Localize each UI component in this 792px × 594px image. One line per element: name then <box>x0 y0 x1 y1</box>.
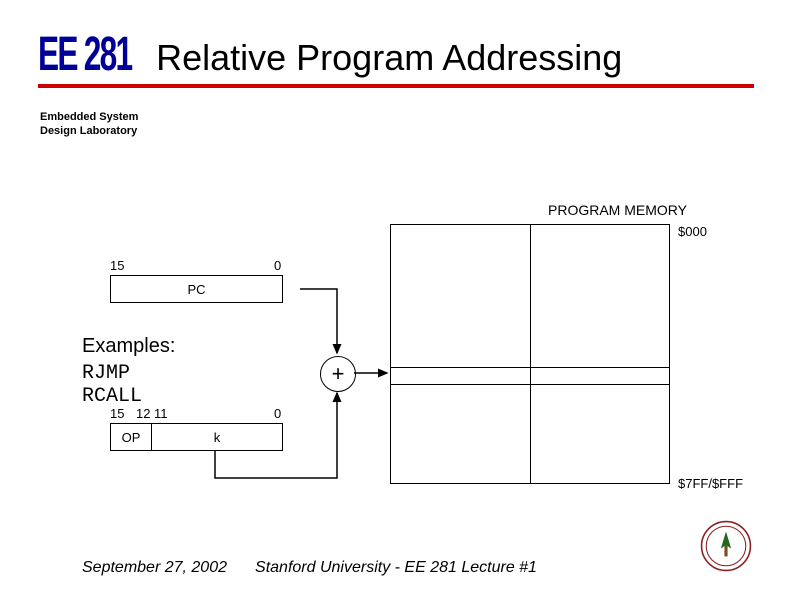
addressing-diagram: 15 0 PC 15 12 11 0 OP k + PROGRAM MEMORY… <box>110 190 710 510</box>
diagram-wires <box>110 190 710 510</box>
slide-title: Relative Program Addressing <box>156 40 754 76</box>
lab-line-2: Design Laboratory <box>40 125 137 137</box>
slide-header: EE 281 Relative Program Addressing <box>38 40 754 88</box>
footer-center: Stanford University - EE 281 Lecture #1 <box>0 559 792 577</box>
course-logo: EE 281 <box>38 29 131 78</box>
stanford-seal-icon <box>700 520 752 572</box>
lab-name: Embedded System Design Laboratory <box>40 110 138 139</box>
lab-line-1: Embedded System <box>40 111 138 123</box>
